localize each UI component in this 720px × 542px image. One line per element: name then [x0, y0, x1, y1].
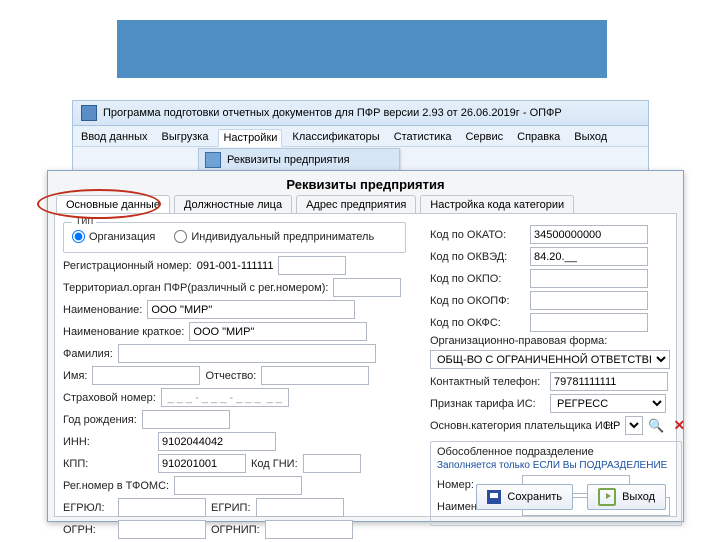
- menu-item[interactable]: Классификаторы: [288, 129, 383, 146]
- tab-bar: Основные данные Должностные лица Адрес п…: [48, 194, 683, 213]
- menu-item[interactable]: Выход: [570, 129, 611, 146]
- exit-icon: [598, 488, 616, 506]
- okved-label: Код по ОКВЭД:: [430, 251, 525, 263]
- okpo-label: Код по ОКПО:: [430, 273, 525, 285]
- okato-input[interactable]: [530, 225, 648, 244]
- okpo-input[interactable]: [530, 269, 648, 288]
- sep-note: Заполняется только ЕСЛИ Вы ПОДРАЗДЕЛЕНИЕ: [437, 460, 675, 471]
- exit-button[interactable]: Выход: [587, 484, 666, 510]
- menu-item[interactable]: Справка: [513, 129, 564, 146]
- inn-input[interactable]: [158, 432, 276, 451]
- cat-label: Основн.категория плательщика ИС:: [430, 420, 600, 432]
- tfoms-label: Рег.номер в ТФОМС:: [63, 480, 169, 492]
- reg-num-value: 091-001-111111: [197, 260, 274, 272]
- opf-label: Организационно-правовая форма:: [430, 335, 607, 347]
- save-icon: [487, 490, 501, 504]
- otch-input[interactable]: [261, 366, 369, 385]
- egrul-label: ЕГРЮЛ:: [63, 502, 113, 514]
- menu-bar[interactable]: Ввод данных Выгрузка Настройки Классифик…: [73, 126, 648, 147]
- okopf-input[interactable]: [530, 291, 648, 310]
- gni-input[interactable]: [303, 454, 361, 473]
- okved-input[interactable]: [530, 247, 648, 266]
- imya-label: Имя:: [63, 370, 87, 382]
- ogrn-input[interactable]: [118, 520, 206, 539]
- gni-label: Код ГНИ:: [251, 458, 298, 470]
- cat-select[interactable]: [625, 416, 643, 435]
- terr-input[interactable]: [333, 278, 401, 297]
- left-column: Тип Организация Индивидуальный предприни…: [63, 222, 418, 542]
- otch-label: Отчество:: [205, 370, 256, 382]
- tfoms-input[interactable]: [174, 476, 302, 495]
- okopf-label: Код по ОКОПФ:: [430, 295, 525, 307]
- menu-item-active[interactable]: Настройки: [218, 129, 282, 147]
- kpp-label: КПП:: [63, 458, 153, 470]
- menu-item[interactable]: Ввод данных: [77, 129, 152, 146]
- app-icon: [81, 105, 97, 121]
- terr-label: Территориал.орган ПФР(различный с рег.но…: [63, 282, 328, 294]
- egrip-input[interactable]: [256, 498, 344, 517]
- tab-officials[interactable]: Должностные лица: [174, 195, 292, 214]
- reg-num-extra-input[interactable]: [278, 256, 346, 275]
- snils-input[interactable]: [161, 388, 289, 407]
- ogrn-label: ОГРН:: [63, 524, 113, 536]
- reg-num-label: Регистрационный номер:: [63, 260, 192, 272]
- menu-item[interactable]: Выгрузка: [158, 129, 213, 146]
- imya-input[interactable]: [92, 366, 200, 385]
- tarif-label: Признак тарифа ИС:: [430, 398, 545, 410]
- radio-ip[interactable]: Индивидуальный предприниматель: [174, 230, 374, 243]
- egrul-input[interactable]: [118, 498, 206, 517]
- tab-main-data[interactable]: Основные данные: [56, 195, 170, 214]
- fam-label: Фамилия:: [63, 348, 113, 360]
- snils-label: Страховой номер:: [63, 392, 156, 404]
- menu-item[interactable]: Статистика: [390, 129, 456, 146]
- submenu-icon: [205, 152, 221, 168]
- okato-label: Код по ОКАТО:: [430, 229, 525, 241]
- cat-value: НР: [605, 420, 620, 432]
- right-column: Код по ОКАТО: Код по ОКВЭД: Код по ОКПО:…: [430, 222, 680, 526]
- button-bar: Сохранить Выход: [476, 484, 666, 510]
- ogrnip-input[interactable]: [265, 520, 353, 539]
- tab-address[interactable]: Адрес предприятия: [296, 195, 416, 214]
- birth-label: Год рождения:: [63, 414, 137, 426]
- dialog-title: Реквизиты предприятия: [48, 171, 683, 194]
- type-group: Тип Организация Индивидуальный предприни…: [63, 222, 406, 253]
- kpp-input[interactable]: [158, 454, 246, 473]
- phone-input[interactable]: [550, 372, 668, 391]
- radio-org[interactable]: Организация: [72, 230, 155, 243]
- name-input[interactable]: [147, 300, 355, 319]
- submenu-item-active[interactable]: Реквизиты предприятия: [199, 149, 399, 171]
- opf-select[interactable]: ОБЩ-ВО С ОГРАНИЧЕННОЙ ОТВЕТСТВЕННОСТЬЮ: [430, 350, 670, 369]
- inn-label: ИНН:: [63, 436, 153, 448]
- company-details-dialog: Реквизиты предприятия Основные данные До…: [47, 170, 684, 522]
- clear-icon[interactable]: ✕: [673, 417, 685, 434]
- window-titlebar: Программа подготовки отчетных документов…: [73, 101, 648, 126]
- sep-title: Обособленное подразделение: [437, 446, 675, 458]
- egrip-label: ЕГРИП:: [211, 502, 251, 514]
- ogrnip-label: ОГРНИП:: [211, 524, 260, 536]
- short-label: Наименование краткое:: [63, 326, 184, 338]
- name-label: Наименование:: [63, 304, 142, 316]
- birth-input[interactable]: [142, 410, 230, 429]
- header-banner: [117, 20, 607, 78]
- type-legend: Тип: [72, 215, 96, 227]
- okfs-input[interactable]: [530, 313, 648, 332]
- tab-category[interactable]: Настройка кода категории: [420, 195, 574, 214]
- menu-item[interactable]: Сервис: [461, 129, 507, 146]
- search-icon[interactable]: 🔍: [648, 418, 664, 434]
- fam-input[interactable]: [118, 344, 376, 363]
- tarif-select[interactable]: РЕГРЕСС: [550, 394, 666, 413]
- save-button[interactable]: Сохранить: [476, 484, 573, 510]
- phone-label: Контактный телефон:: [430, 376, 545, 388]
- dialog-body: Тип Организация Индивидуальный предприни…: [54, 213, 677, 517]
- window-title: Программа подготовки отчетных документов…: [103, 107, 562, 119]
- okfs-label: Код по ОКФС:: [430, 317, 525, 329]
- short-input[interactable]: [189, 322, 367, 341]
